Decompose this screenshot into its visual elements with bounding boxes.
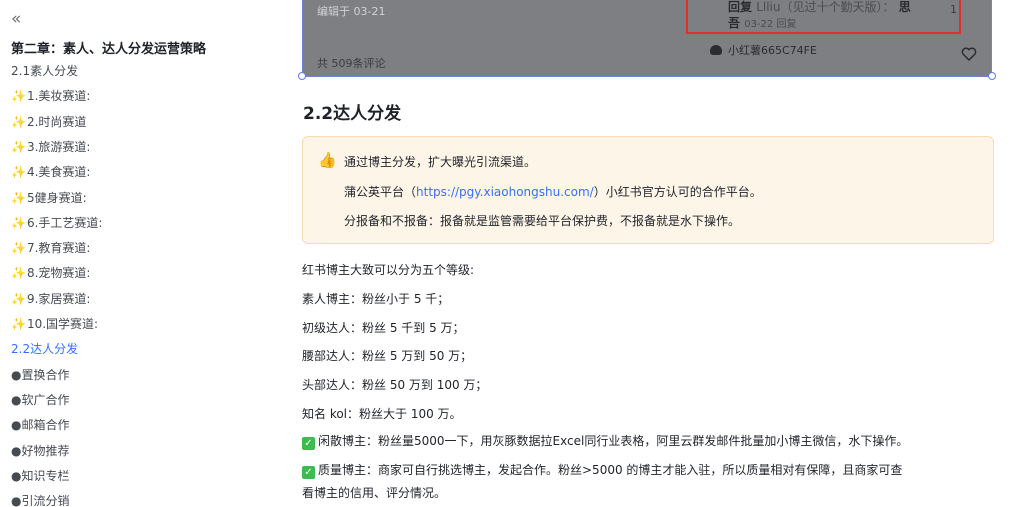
reply-user: Llliu（见过十个勤天版）：	[756, 0, 895, 14]
toc-item-label: 2.2达人分发	[11, 342, 79, 357]
commenter: 小红薯665C74FE	[710, 42, 817, 58]
toc-item-label: ●好物推荐	[11, 443, 70, 458]
sparkle-icon: ✨	[11, 139, 26, 154]
check-item-text: 闲散博主：粉丝量5000一下，用灰豚数据拉Excel同行业表格，阿里云群发邮件批…	[318, 434, 909, 448]
embedded-screenshot-image[interactable]: 编辑于 03-21 共 509条评论 回复 Llliu（见过十个勤天版）： 思 …	[298, 0, 996, 80]
callout-line-2-suffix: ）小红书官方认可的合作平台。	[593, 185, 762, 199]
reply-line-2: 吾 03-22 回复	[728, 16, 796, 32]
pgy-link[interactable]: https://pgy.xiaohongshu.com/	[416, 185, 594, 199]
resize-handle-right[interactable]	[988, 72, 996, 80]
callout-line-2-prefix: 蒲公英平台（	[344, 185, 417, 199]
sparkle-icon: ✨	[11, 89, 26, 104]
reply-date: 03-22 回复	[744, 19, 797, 30]
toc-item[interactable]: ●软广合作	[11, 392, 69, 408]
body-paragraph: 头部达人：粉丝 50 万到 100 万；	[302, 378, 488, 393]
check-item-continuation: 看博主的信用、评分情况。	[302, 486, 447, 500]
toc-item[interactable]: ✨4.美食赛道:	[11, 164, 90, 180]
reply-prefix: 回复	[728, 0, 753, 14]
check-item: ✓ 闲散博主：粉丝量5000一下，用灰豚数据拉Excel同行业表格，阿里云群发邮件…	[302, 433, 908, 450]
toc-item-label: ●邮箱合作	[11, 418, 70, 433]
toc-item[interactable]: ✨1.美妆赛道:	[11, 88, 90, 104]
reply-text-2: 吾	[728, 16, 741, 30]
commenter-name: 小红薯665C74FE	[728, 44, 817, 57]
resize-handle-left[interactable]	[298, 72, 306, 80]
callout-line-1: 通过博主分发，扩大曝光引流渠道。	[344, 155, 537, 169]
highlight-box: 回复 Llliu（见过十个勤天版）： 思 吾 03-22 回复	[686, 0, 961, 34]
toc-item[interactable]: ✨7.教育赛道:	[11, 240, 90, 256]
callout-line-3: 分报备和不报备：报备就是监管需要给平台保护费，不报备就是水下操作。	[344, 214, 741, 228]
toc-item[interactable]: ✨3.旅游赛道:	[11, 139, 90, 155]
thumbs-up-icon: 👍	[318, 151, 337, 169]
sparkle-icon: ✨	[11, 266, 26, 281]
toc-item[interactable]: ✨5健身赛道:	[11, 190, 87, 206]
body-paragraph: 腰部达人：粉丝 5 万到 50 万；	[302, 349, 473, 364]
sparkle-icon: ✨	[11, 165, 26, 180]
toc-item[interactable]: ✨2.时尚赛道	[11, 114, 86, 130]
toc-item[interactable]: ✨6.手工艺赛道:	[11, 215, 102, 231]
sparkle-icon: ✨	[11, 215, 26, 230]
toc-item[interactable]: ●引流分销	[11, 493, 69, 507]
toc-item-label: ●知识专栏	[11, 468, 70, 483]
toc-item-label: 7.教育赛道:	[26, 241, 91, 256]
comment-count: 共 509条评论	[317, 57, 386, 70]
check-item-text: 质量博主：商家可自行挑选博主，发起合作。粉丝>5000 的博主才能入驻，所以质量…	[318, 463, 903, 477]
sparkle-icon: ✨	[11, 241, 26, 256]
toc-item-label: ●引流分销	[11, 494, 70, 507]
toc-item[interactable]: ●好物推荐	[11, 443, 69, 459]
toc-item-label: 5健身赛道:	[26, 190, 87, 205]
toc-item-label: 6.手工艺赛道:	[26, 215, 103, 230]
toc-item[interactable]: 2.2达人分发	[11, 341, 78, 357]
toc-item-label: 2.时尚赛道	[26, 114, 87, 129]
reply-like-count: 1	[950, 3, 957, 16]
toc-item[interactable]: ✨8.宠物赛道:	[11, 265, 90, 281]
toc-item-label: 3.旅游赛道:	[26, 139, 91, 154]
toc-item[interactable]: ●邮箱合作	[11, 417, 69, 433]
callout-line-2: 蒲公英平台（https://pgy.xiaohongshu.com/）小红书官方…	[344, 184, 762, 200]
reply-text: 思	[898, 0, 911, 14]
body-paragraph: 知名 kol：粉丝大于 100 万。	[302, 407, 462, 421]
collapse-sidebar-icon[interactable]: «	[11, 9, 21, 29]
toc-item[interactable]: ●置换合作	[11, 367, 69, 383]
toc-item[interactable]: ✨9.家居赛道:	[11, 291, 90, 307]
toc-item-label: 4.美食赛道:	[26, 165, 91, 180]
section-heading: 2.2达人分发	[303, 104, 402, 124]
sparkle-icon: ✨	[11, 190, 26, 205]
toc-item-label: 9.家居赛道:	[26, 291, 91, 306]
sparkle-icon: ✨	[11, 114, 26, 129]
checkbox-icon: ✓	[302, 437, 315, 450]
toc-sidebar: « 第二章：素人、达人分发运营策略 2.1素人分发 ✨1.美妆赛道: ✨2.时尚赛道…	[0, 0, 262, 507]
check-item: ✓ 质量博主：商家可自行挑选博主，发起合作。粉丝>5000 的博主才能入驻，所以质…	[302, 462, 902, 479]
toc-item[interactable]: 2.1素人分发	[11, 63, 78, 79]
body-paragraph: 初级达人：粉丝 5 千到 5 万；	[302, 320, 465, 335]
toc-item-label: 8.宠物赛道:	[26, 266, 91, 281]
callout-block: 👍 通过博主分发，扩大曝光引流渠道。 蒲公英平台（https://pgy.xia…	[302, 136, 994, 244]
toc-item-label: 1.美妆赛道:	[26, 89, 91, 104]
toc-item-label: 2.1素人分发	[11, 64, 79, 78]
sparkle-icon: ✨	[11, 317, 26, 331]
body-paragraph: 红书博主大致可以分为五个等级:	[302, 263, 475, 277]
checkbox-icon: ✓	[302, 466, 315, 479]
toc-chapter-title[interactable]: 第二章：素人、达人分发运营策略	[11, 38, 206, 57]
sparkle-icon: ✨	[11, 291, 26, 306]
edited-date: 编辑于 03-21	[317, 5, 386, 18]
toc-item[interactable]: ✨10.国学赛道:	[11, 316, 98, 332]
reply-line: 回复 Llliu（见过十个勤天版）： 思	[728, 0, 911, 15]
toc-item[interactable]: ●知识专栏	[11, 468, 69, 484]
body-paragraph: 素人博主：粉丝小于 5 千；	[302, 291, 450, 306]
toc-item-label: 10.国学赛道:	[26, 317, 99, 331]
heart-icon	[961, 47, 977, 62]
toc-item-label: ●置换合作	[11, 367, 70, 382]
toc-item-label: ●软广合作	[11, 392, 70, 407]
user-avatar-icon	[710, 45, 722, 55]
